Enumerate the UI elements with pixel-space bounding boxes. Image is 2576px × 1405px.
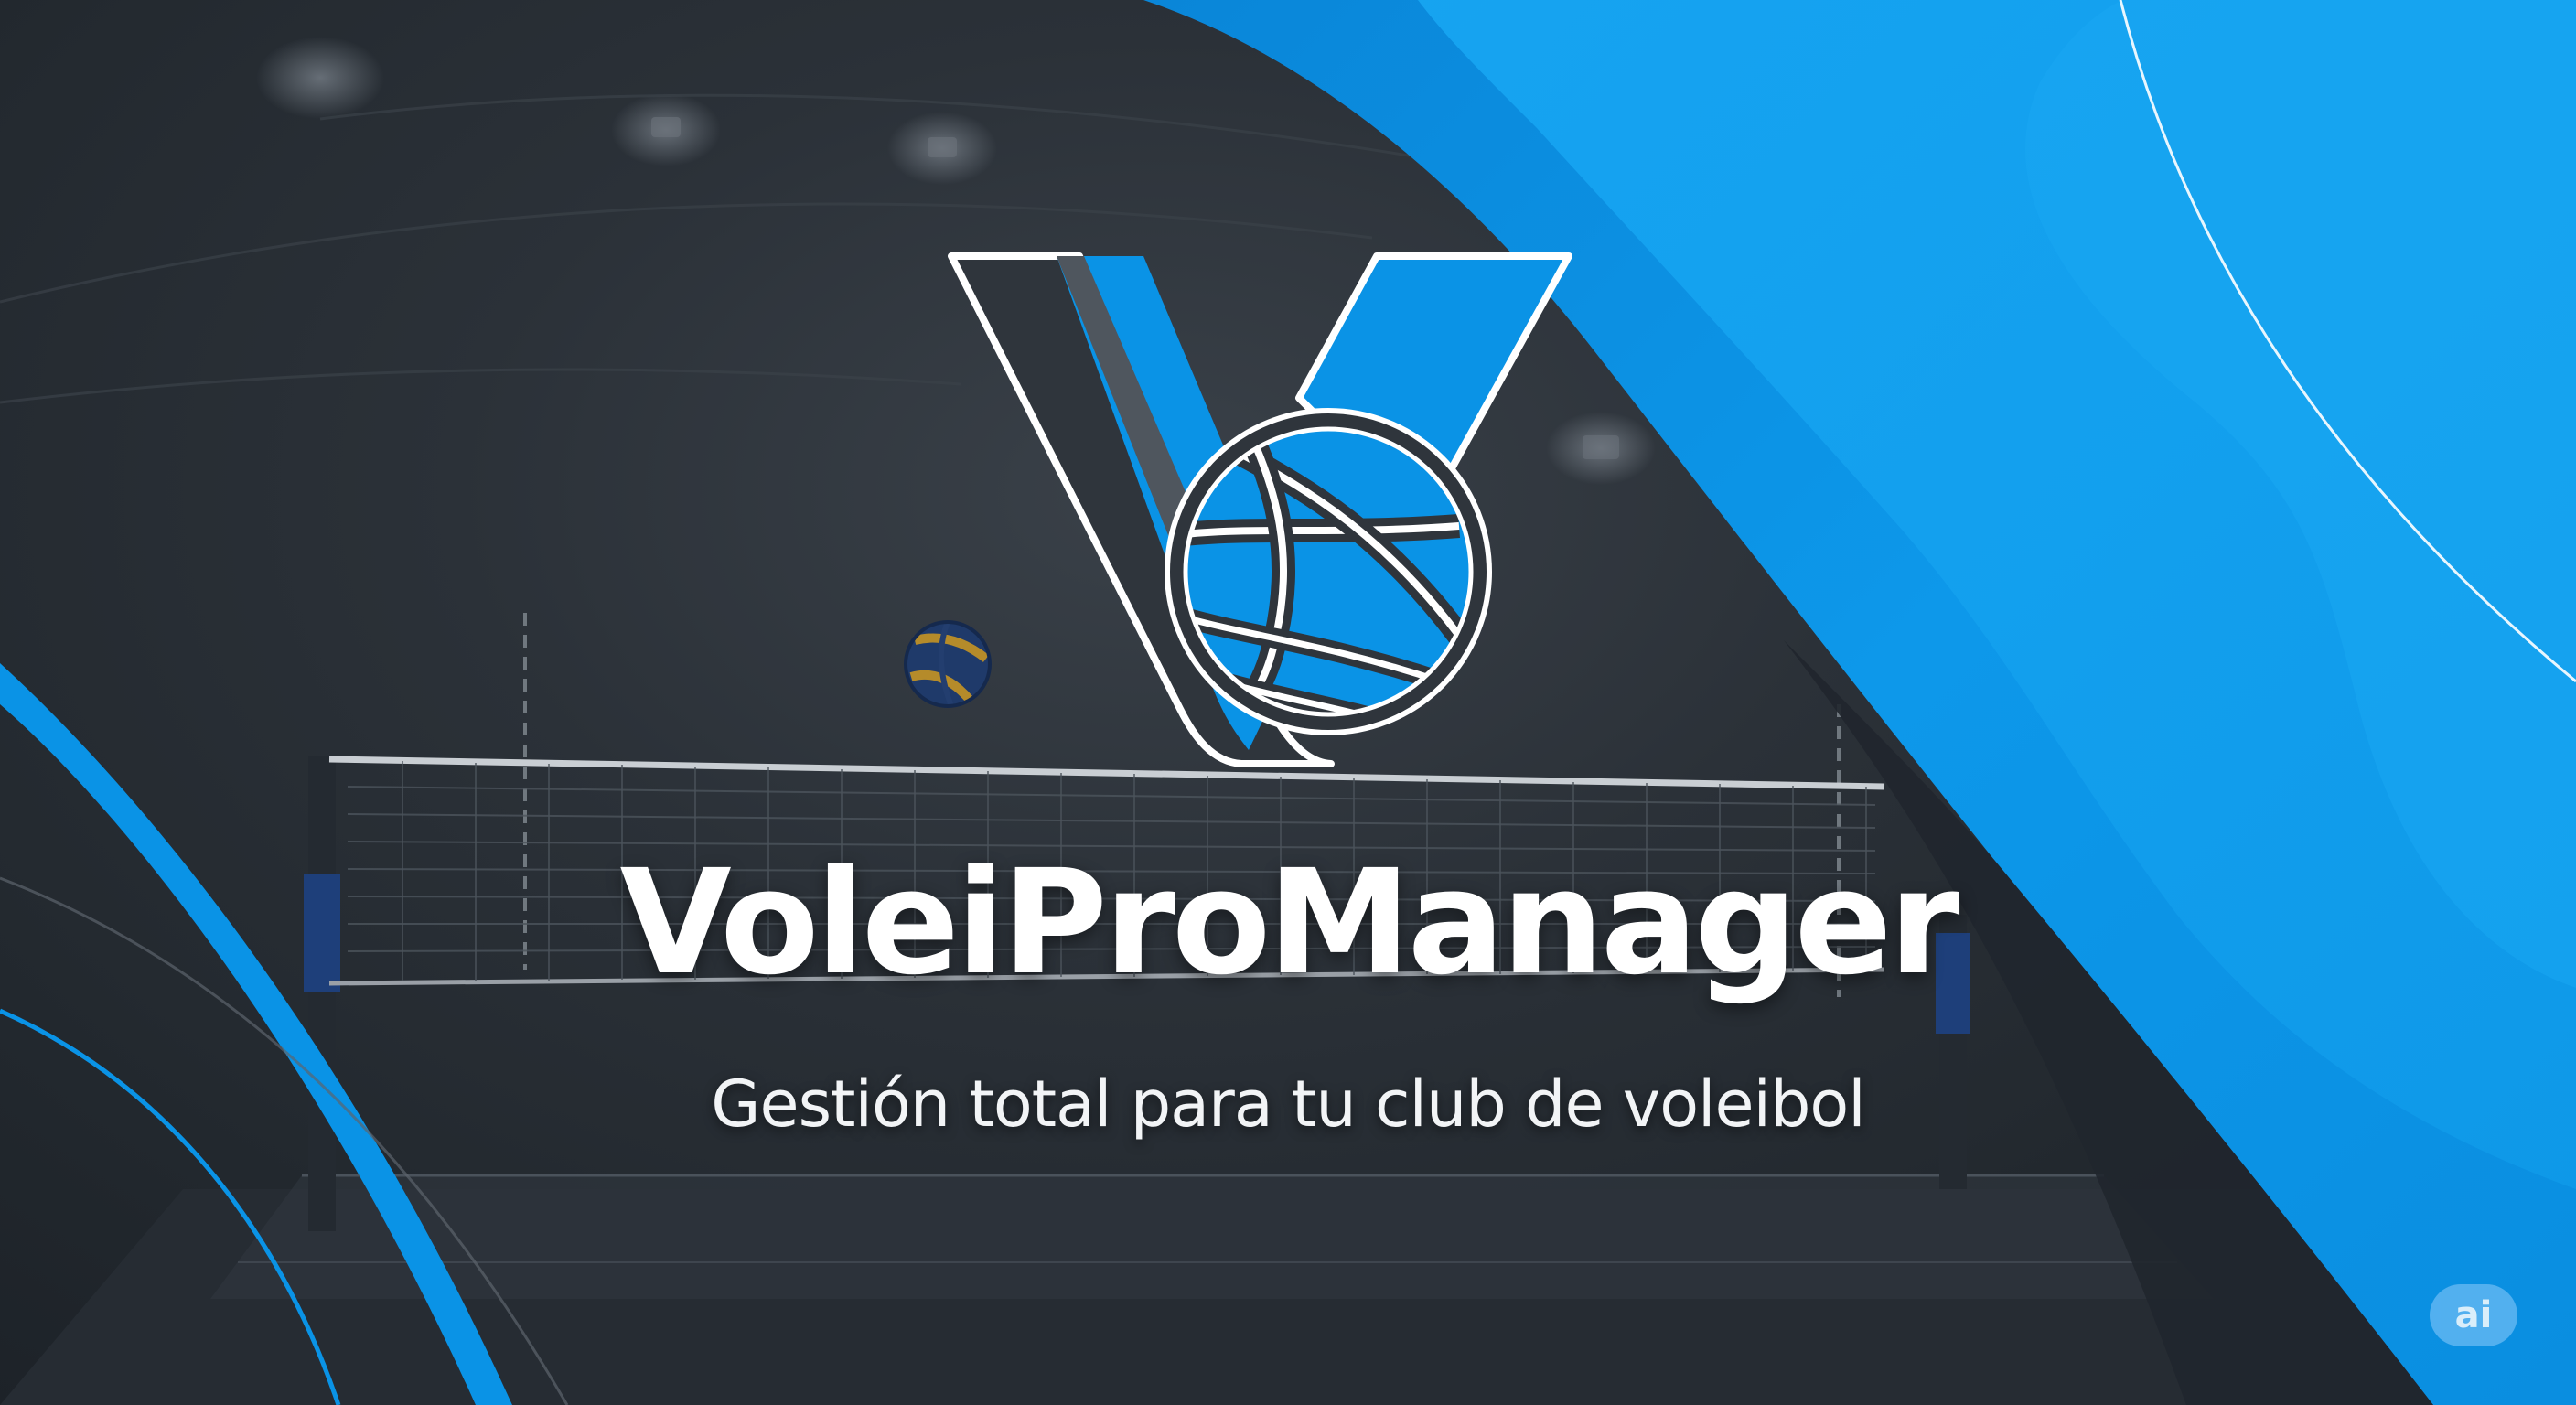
app-title: VoleiProManager [619, 839, 1959, 1007]
ai-badge[interactable]: ai [2430, 1284, 2517, 1346]
app-tagline: Gestión total para tu club de voleibol [711, 1067, 1865, 1142]
splash-screen: VoleiProManager Gestión total para tu cl… [0, 0, 2576, 1405]
volleyball-v-logo-icon [948, 252, 1572, 767]
